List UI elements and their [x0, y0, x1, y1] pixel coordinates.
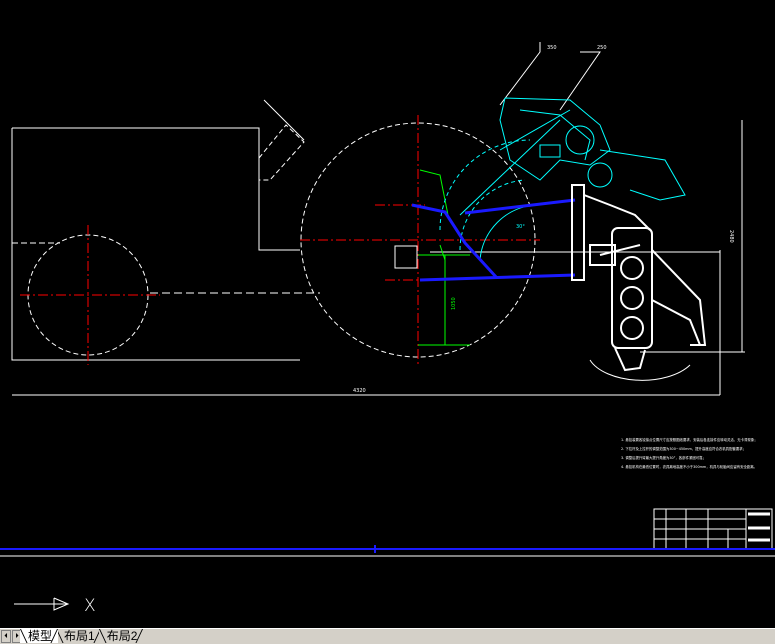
tab-layout1-label: 布局1 — [64, 629, 95, 643]
note-line: 3. 调整后提升臂最大提升角度为30°，各部件紧固可靠； — [621, 456, 706, 460]
first-tab-button[interactable]: ⏴ — [1, 630, 11, 643]
tab-layout2[interactable]: 布局2 — [98, 629, 144, 643]
technical-notes: 1. 悬挂装置各铰接点位置尺寸应按照图纸要求，安装后各连接件应转动灵活，无卡滞现… — [621, 436, 771, 472]
nav-first-icon: ⏴ — [4, 633, 8, 640]
note-line: 1. 悬挂装置各铰接点位置尺寸应按照图纸要求，安装后各连接件应转动灵活，无卡滞现… — [621, 438, 758, 442]
leader-label-1: 350 — [547, 45, 557, 51]
title-block — [653, 508, 773, 550]
drawing-canvas[interactable]: 4320 2480 1050 30° 350 250 X 1. 悬挂装置各铰接点… — [0, 0, 775, 628]
implement-hitch — [571, 184, 707, 372]
tab-model[interactable]: 模型 — [20, 629, 59, 643]
cad-drawing[interactable]: 4320 2480 1050 30° 350 250 X — [0, 0, 775, 628]
dim-vertical: 1050 — [451, 297, 457, 310]
axle-block — [394, 245, 418, 269]
dim-height-right: 2480 — [728, 230, 734, 243]
dimension-lines — [418, 169, 470, 346]
ground-arc — [589, 359, 691, 381]
note-line: 4. 悬挂机构在最低位置时，农具离地高度不小于300mm，机具与轮胎间应留有安全… — [621, 465, 758, 469]
layout-tab-bar: ⏴ ⏵ 模型 布局1 布局2 — [0, 628, 775, 644]
tab-layout1[interactable]: 布局1 — [56, 629, 101, 643]
dim-overall-length: 4320 — [353, 388, 366, 394]
leader-label-2: 250 — [597, 45, 607, 51]
nav-last-icon: ⏵ — [15, 633, 19, 640]
tab-layout2-label: 布局2 — [106, 629, 138, 643]
ucs-x-label: X — [84, 596, 96, 616]
tractor-body-outline — [11, 42, 745, 396]
dim-angle: 30° — [516, 224, 525, 230]
tab-model-label: 模型 — [28, 629, 53, 643]
note-line: 2. 下拉杆及上拉杆的调整范围为300~450mm，提升高度应符合农机具配套要求… — [621, 447, 747, 451]
implement-linkage — [439, 97, 686, 261]
ucs-icon — [14, 597, 70, 611]
